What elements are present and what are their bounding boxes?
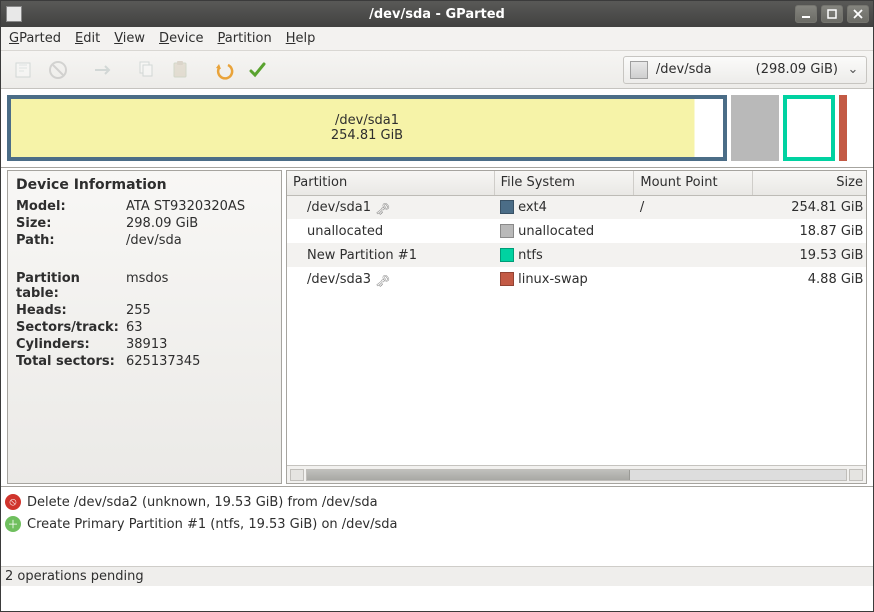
device-info-model-value: ATA ST9320320AS bbox=[126, 199, 273, 214]
device-info-panel: Device Information Model:ATA ST9320320AS… bbox=[7, 170, 282, 484]
delete-partition-button[interactable] bbox=[41, 55, 75, 85]
pending-op-row[interactable]: ＋ Create Primary Partition #1 (ntfs, 19.… bbox=[5, 513, 869, 535]
lock-icon bbox=[375, 274, 389, 284]
device-info-spt-label: Sectors/track: bbox=[16, 320, 126, 335]
device-info-model-label: Model: bbox=[16, 199, 126, 214]
device-info-heading: Device Information bbox=[16, 177, 273, 193]
toolbar: /dev/sda (298.09 GiB) ⌄ bbox=[1, 51, 873, 89]
app-icon bbox=[6, 6, 22, 22]
device-info-size-value: 298.09 GiB bbox=[126, 216, 273, 231]
device-info-size-label: Size: bbox=[16, 216, 126, 231]
partition-visual-sda1-name: /dev/sda1 bbox=[331, 113, 403, 128]
partition-visual-sda3[interactable] bbox=[839, 95, 847, 161]
scroll-left-arrow[interactable] bbox=[290, 469, 304, 481]
window-titlebar: /dev/sda - GParted bbox=[1, 1, 873, 27]
device-info-tot-label: Total sectors: bbox=[16, 354, 126, 369]
col-partition[interactable]: Partition bbox=[287, 171, 494, 195]
maximize-button[interactable] bbox=[821, 5, 843, 23]
copy-button[interactable] bbox=[129, 55, 163, 85]
pending-op-row[interactable]: ⦸ Delete /dev/sda2 (unknown, 19.53 GiB) … bbox=[5, 491, 869, 513]
status-text: 2 operations pending bbox=[5, 569, 144, 584]
scroll-right-arrow[interactable] bbox=[849, 469, 863, 481]
status-bar: 2 operations pending bbox=[1, 566, 873, 586]
partition-visual-bar: /dev/sda1 254.81 GiB bbox=[1, 89, 873, 168]
pending-op-text: Delete /dev/sda2 (unknown, 19.53 GiB) fr… bbox=[27, 495, 378, 510]
table-row[interactable]: New Partition #1ntfs19.53 GiB------ bbox=[287, 243, 866, 267]
partition-table: Partition File System Mount Point Size U… bbox=[286, 170, 867, 484]
scroll-thumb[interactable] bbox=[307, 470, 630, 480]
filesystem-swatch bbox=[500, 272, 514, 286]
partition-visual-new1[interactable] bbox=[783, 95, 835, 161]
device-selector-size: (298.09 GiB) bbox=[756, 62, 838, 77]
device-info-path-label: Path: bbox=[16, 233, 126, 248]
col-size[interactable]: Size bbox=[753, 171, 866, 195]
device-info-heads-label: Heads: bbox=[16, 303, 126, 318]
undo-button[interactable] bbox=[207, 55, 241, 85]
table-horizontal-scrollbar[interactable] bbox=[287, 465, 866, 483]
device-info-path-value: /dev/sda bbox=[126, 233, 273, 248]
close-button[interactable] bbox=[847, 5, 869, 23]
new-icon: ＋ bbox=[5, 516, 21, 532]
paste-button[interactable] bbox=[163, 55, 197, 85]
window-title: /dev/sda - GParted bbox=[1, 7, 873, 22]
minimize-button[interactable] bbox=[795, 5, 817, 23]
menu-partition[interactable]: Partition bbox=[218, 31, 272, 46]
filesystem-swatch bbox=[500, 248, 514, 262]
filesystem-swatch bbox=[500, 224, 514, 238]
new-partition-button[interactable] bbox=[7, 55, 41, 85]
chevron-down-icon: ⌄ bbox=[846, 62, 860, 77]
menu-gparted[interactable]: GParted bbox=[9, 31, 61, 46]
table-row[interactable]: /dev/sda3 linux-swap4.88 GiB------ bbox=[287, 267, 866, 291]
disk-icon bbox=[630, 61, 648, 79]
device-selector-name: /dev/sda bbox=[656, 62, 712, 77]
menu-help[interactable]: Help bbox=[286, 31, 316, 46]
pending-operations-panel: ⦸ Delete /dev/sda2 (unknown, 19.53 GiB) … bbox=[1, 486, 873, 566]
col-mount[interactable]: Mount Point bbox=[634, 171, 753, 195]
filesystem-swatch bbox=[500, 200, 514, 214]
pending-op-text: Create Primary Partition #1 (ntfs, 19.53… bbox=[27, 517, 398, 532]
col-filesystem[interactable]: File System bbox=[494, 171, 634, 195]
table-row[interactable]: /dev/sda1 ext4/254.81 GiB245.77 GiB9.03 … bbox=[287, 195, 866, 219]
device-selector[interactable]: /dev/sda (298.09 GiB) ⌄ bbox=[623, 56, 867, 84]
device-info-cyl-value: 38913 bbox=[126, 337, 273, 352]
device-info-spt-value: 63 bbox=[126, 320, 273, 335]
partition-visual-sda1-size: 254.81 GiB bbox=[331, 128, 403, 143]
partition-visual-sda1[interactable]: /dev/sda1 254.81 GiB bbox=[7, 95, 727, 161]
table-row[interactable]: unallocatedunallocated18.87 GiB------ bbox=[287, 219, 866, 243]
apply-button[interactable] bbox=[241, 55, 275, 85]
menu-view[interactable]: View bbox=[114, 31, 145, 46]
menu-edit[interactable]: Edit bbox=[75, 31, 100, 46]
lock-icon bbox=[375, 202, 389, 212]
device-info-heads-value: 255 bbox=[126, 303, 273, 318]
menu-device[interactable]: Device bbox=[159, 31, 203, 46]
device-info-ptable-value: msdos bbox=[126, 271, 273, 301]
device-info-cyl-label: Cylinders: bbox=[16, 337, 126, 352]
device-info-ptable-label: Partition table: bbox=[16, 271, 126, 301]
resize-move-button[interactable] bbox=[85, 55, 119, 85]
partition-visual-unallocated[interactable] bbox=[731, 95, 779, 161]
device-info-tot-value: 625137345 bbox=[126, 354, 273, 369]
menu-bar: GParted Edit View Device Partition Help bbox=[1, 27, 873, 51]
delete-icon: ⦸ bbox=[5, 494, 21, 510]
scroll-track[interactable] bbox=[306, 469, 847, 481]
